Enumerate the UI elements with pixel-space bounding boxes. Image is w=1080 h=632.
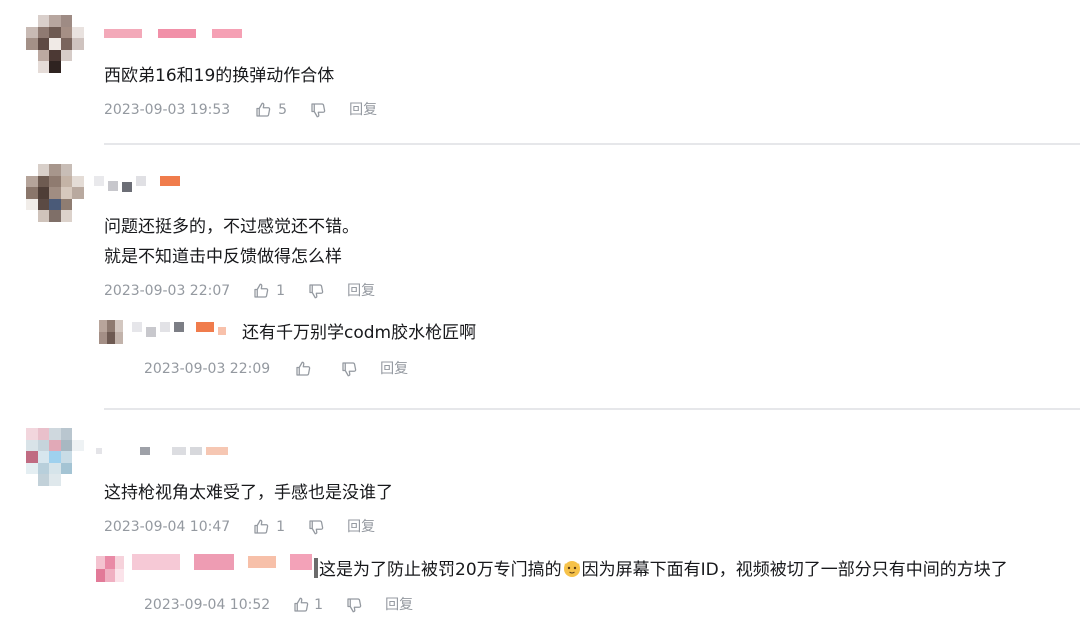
reply-avatar[interactable]: [99, 320, 123, 344]
reply-text: 还有千万别学codm胶水枪匠啊: [242, 323, 477, 343]
timestamp: 2023-09-03 19:53: [104, 102, 231, 118]
like-button[interactable]: 1: [252, 518, 285, 536]
text-cursor: [314, 558, 318, 578]
dislike-button[interactable]: [340, 360, 358, 378]
reply-button[interactable]: 回复: [380, 360, 408, 378]
comment-text: 这持枪视角太难受了，手感也是没谁了: [104, 483, 393, 503]
thumbs-down-icon: [309, 284, 324, 299]
comment-meta: 2023-09-03 22:07 1 回复: [104, 282, 375, 300]
dislike-button[interactable]: [307, 282, 325, 300]
divider: [104, 143, 1080, 145]
avatar[interactable]: [26, 164, 84, 222]
like-count: 1: [314, 597, 324, 613]
reply-button[interactable]: 回复: [349, 101, 377, 119]
username-blurred[interactable]: [96, 445, 228, 457]
thumbs-up-icon: [296, 361, 311, 376]
comment-meta: 2023-09-04 10:47 1 回复: [104, 518, 375, 536]
username-blurred[interactable]: [94, 175, 180, 192]
reply-username-blurred[interactable]: [132, 554, 312, 570]
like-button[interactable]: 1: [292, 596, 323, 614]
reply-username-blurred[interactable]: [132, 321, 226, 337]
reply-meta: 2023-09-04 10:52 1 回复: [144, 596, 413, 614]
reply-button[interactable]: 回复: [347, 518, 375, 536]
like-count: 1: [276, 283, 286, 299]
reply-meta: 2023-09-03 22:09 回复: [144, 360, 408, 378]
comment-text: 西欧弟16和19的换弹动作合体: [104, 66, 335, 86]
avatar[interactable]: [26, 15, 84, 73]
like-count: 5: [278, 102, 288, 118]
like-button[interactable]: 1: [252, 282, 285, 300]
reply-button[interactable]: 回复: [385, 596, 413, 614]
reply-text: 这是为了防止被罚20万专门搞的 因为屏幕下面有ID，视频被切了一部分只有中间的方块…: [314, 555, 1008, 585]
dislike-button[interactable]: [307, 518, 325, 536]
username-blurred[interactable]: [104, 27, 242, 39]
dislike-button[interactable]: [309, 101, 327, 119]
thumbs-up-icon: [254, 519, 269, 534]
timestamp: 2023-09-04 10:52: [144, 597, 271, 613]
reply-text-part: 这是为了防止被罚20万专门搞的: [319, 560, 562, 580]
avatar[interactable]: [26, 428, 84, 486]
reply-text-part: 因为屏幕下面有ID，视频被切了一部分只有中间的方块了: [581, 560, 1008, 580]
divider: [104, 408, 1080, 410]
timestamp: 2023-09-03 22:09: [144, 361, 271, 377]
like-button[interactable]: 5: [254, 101, 287, 119]
thumbs-up-icon: [254, 283, 269, 298]
thumbs-down-icon: [342, 362, 357, 377]
reply-avatar[interactable]: [96, 556, 124, 582]
dislike-button[interactable]: [345, 596, 363, 614]
comment-text: 就是不知道击中反馈做得怎么样: [104, 247, 342, 267]
like-count: 1: [276, 519, 286, 535]
reply-button[interactable]: 回复: [347, 282, 375, 300]
timestamp: 2023-09-03 22:07: [104, 283, 231, 299]
thumbs-down-icon: [309, 520, 324, 535]
thumbs-down-icon: [347, 598, 362, 613]
cat-face-emoji-icon: [563, 561, 580, 577]
comment-meta: 2023-09-03 19:53 5 回复: [104, 101, 377, 119]
timestamp: 2023-09-04 10:47: [104, 519, 231, 535]
comment-text: 问题还挺多的，不过感觉还不错。: [104, 217, 359, 237]
thumbs-up-icon: [256, 102, 271, 117]
thumbs-down-icon: [311, 103, 326, 118]
thumbs-up-icon: [294, 597, 309, 612]
like-button[interactable]: [294, 360, 312, 378]
